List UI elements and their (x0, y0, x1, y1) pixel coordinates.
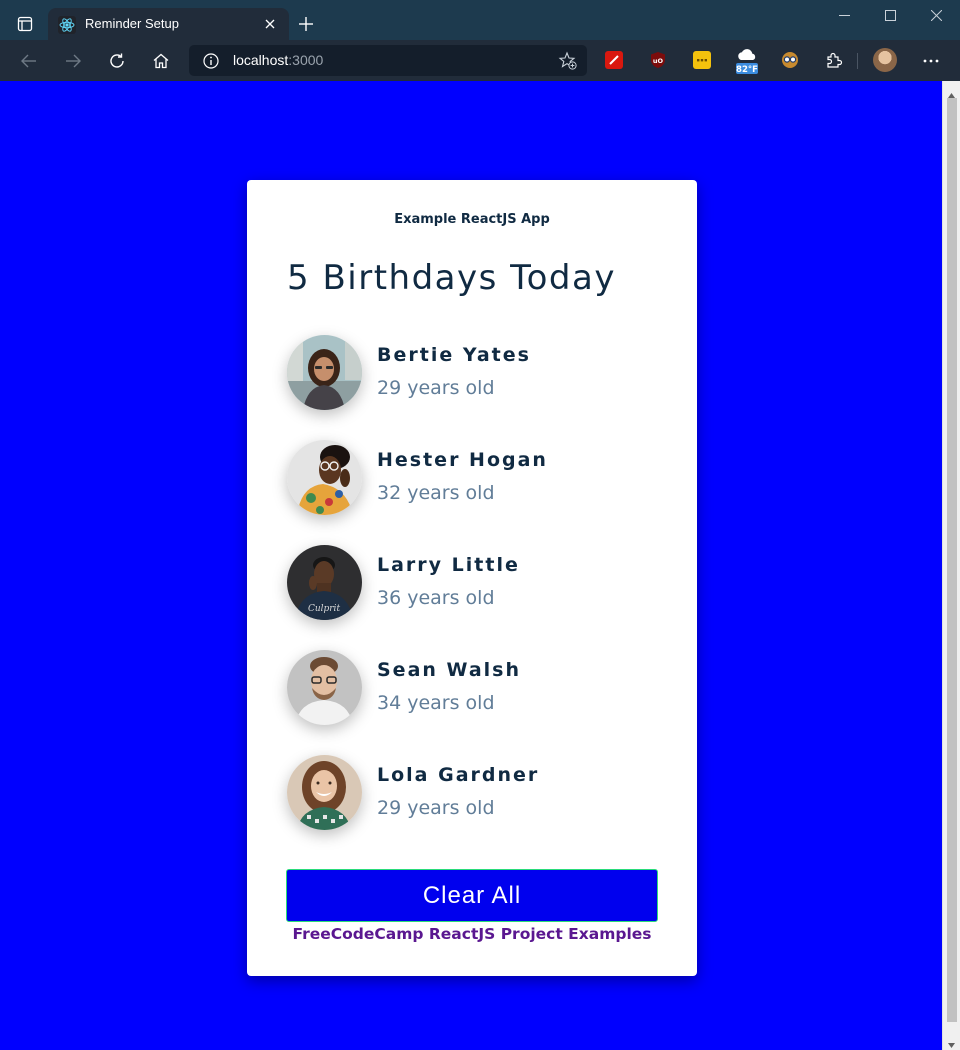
person-age: 32 years old (377, 482, 495, 504)
extensions-puzzle-icon[interactable] (825, 51, 843, 69)
person-item: Hester Hogan 32 years old (287, 440, 667, 516)
person-name: Hester Hogan (377, 449, 548, 471)
favorites-add-icon[interactable] (558, 51, 578, 71)
lola-gardner-avatar (287, 755, 362, 830)
avatar (287, 335, 362, 410)
person-name: Bertie Yates (377, 344, 531, 366)
scroll-down-icon[interactable] (947, 1035, 956, 1048)
clear-all-button[interactable]: Clear All (286, 869, 658, 922)
info-icon[interactable] (202, 52, 220, 70)
birthday-card: Example ReactJS App 5 Birthdays Today Be… (247, 180, 697, 976)
person-name: Lola Gardner (377, 764, 540, 786)
person-name: Sean Walsh (377, 659, 521, 681)
new-tab-icon[interactable] (296, 14, 316, 34)
glasses-extension-icon[interactable] (781, 51, 799, 69)
back-icon[interactable] (16, 48, 42, 74)
yellow-notes-extension-icon[interactable] (693, 51, 711, 69)
ublock-extension-icon[interactable]: uO (649, 51, 667, 69)
person-item: Sean Walsh 34 years old (287, 650, 667, 726)
tab-actions-icon[interactable] (10, 9, 40, 39)
react-logo-icon (58, 16, 76, 34)
svg-text:Culprit: Culprit (308, 604, 341, 614)
bertie-yates-avatar (287, 335, 362, 410)
page-title: 5 Birthdays Today (287, 258, 616, 298)
person-item: Bertie Yates 29 years old (287, 335, 667, 411)
person-name: Larry Little (377, 554, 520, 576)
avatar (287, 650, 362, 725)
home-icon[interactable] (148, 48, 174, 74)
sean-walsh-avatar (287, 650, 362, 725)
larry-little-avatar: Culprit (287, 545, 362, 620)
person-item: Lola Gardner 29 years old (287, 755, 667, 831)
address-port: :3000 (288, 52, 324, 68)
person-age: 29 years old (377, 797, 495, 819)
person-age: 29 years old (377, 377, 495, 399)
scrollbar-thumb[interactable] (947, 98, 957, 1022)
more-menu-icon[interactable] (918, 48, 944, 74)
weather-extension-label: 82°F (736, 65, 758, 74)
browser-toolbar: localhost:3000 uO 82°F (0, 40, 960, 81)
minimize-icon[interactable] (829, 4, 859, 26)
app-label: Example ReactJS App (394, 212, 550, 227)
refresh-icon[interactable] (104, 48, 130, 74)
tab-title: Reminder Setup (85, 16, 179, 31)
avatar: Culprit (287, 545, 362, 620)
person-age: 36 years old (377, 587, 495, 609)
browser-titlebar: Reminder Setup (0, 0, 960, 41)
address-host: localhost (233, 52, 289, 68)
person-item: Culprit Larry Little 36 years old (287, 545, 667, 621)
tab-close-icon[interactable] (261, 14, 279, 34)
toolbar-separator (857, 53, 858, 69)
browser-tab[interactable]: Reminder Setup (48, 8, 289, 41)
weather-extension-icon[interactable]: 82°F (735, 48, 759, 74)
page-scrollbar[interactable] (942, 81, 960, 1050)
address-bar[interactable]: localhost:3000 (189, 45, 587, 76)
person-age: 34 years old (377, 692, 495, 714)
avatar (287, 440, 362, 515)
forward-icon[interactable] (60, 48, 86, 74)
address-url[interactable]: localhost:3000 (233, 52, 323, 68)
hester-hogan-avatar (287, 440, 362, 515)
red-pen-extension-icon[interactable] (605, 51, 623, 69)
scroll-up-icon[interactable] (947, 85, 956, 98)
profile-avatar[interactable] (873, 48, 897, 72)
close-window-icon[interactable] (921, 4, 951, 26)
avatar (287, 755, 362, 830)
svg-text:uO: uO (653, 57, 664, 65)
maximize-icon[interactable] (875, 4, 905, 26)
freecodecamp-link[interactable]: FreeCodeCamp ReactJS Project Examples (247, 925, 697, 943)
